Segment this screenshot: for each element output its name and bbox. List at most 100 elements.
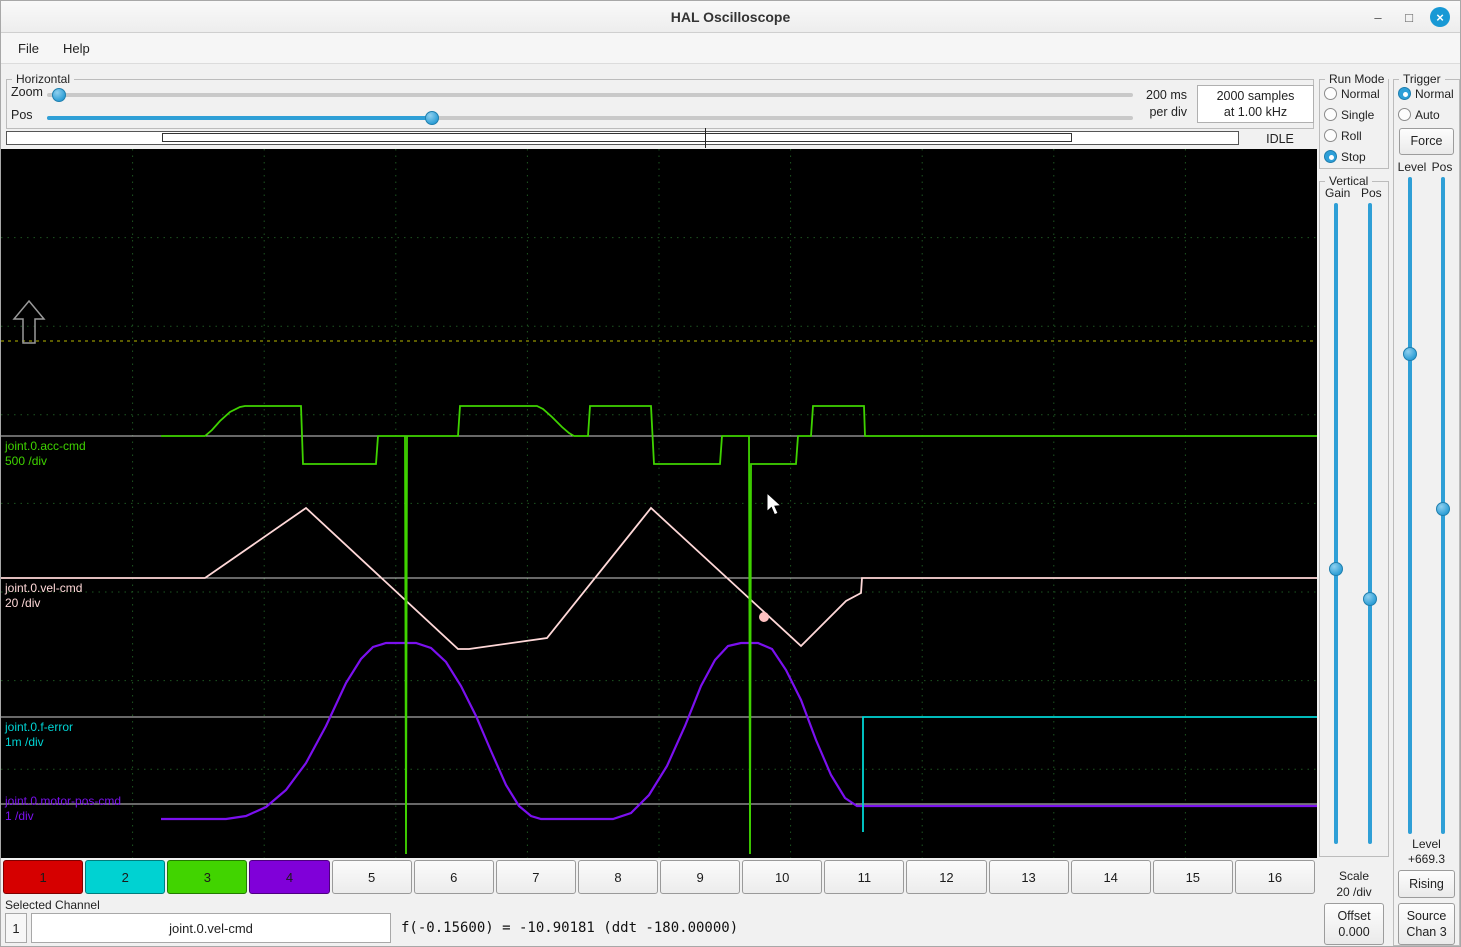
channel-button-12[interactable]: 12 <box>906 860 987 894</box>
menu-help[interactable]: Help <box>52 36 101 61</box>
trigger-level-readout-value: +669.3 <box>1407 852 1446 866</box>
app-window: HAL Oscilloscope – □ × File Help Horizon… <box>0 0 1461 947</box>
radio-icon <box>1324 108 1337 121</box>
radio-icon <box>1324 150 1337 163</box>
mouse-cursor-icon <box>766 491 783 516</box>
gain-slider[interactable] <box>1329 203 1343 844</box>
offset-button[interactable]: Offset 0.000 <box>1324 903 1384 945</box>
runmode-option-single[interactable]: Single <box>1320 104 1388 125</box>
selected-channel-number: 1 <box>5 913 27 943</box>
selected-sample-marker <box>759 612 769 622</box>
status-badge: IDLE <box>1266 132 1294 146</box>
scale-label: Scale <box>1338 869 1370 883</box>
pos-slider-fill <box>47 116 433 120</box>
zoom-slider-track <box>47 93 1133 97</box>
trigger-source-button[interactable]: Source Chan 3 <box>1398 903 1455 945</box>
zoom-slider[interactable] <box>47 88 1133 102</box>
selected-channel-name[interactable]: joint.0.vel-cmd <box>31 913 391 943</box>
sample-rate-unit: per div <box>1149 105 1187 119</box>
trigger-level-slider-track <box>1408 177 1412 834</box>
runmode-option-roll[interactable]: Roll <box>1320 125 1388 146</box>
channel-button-6[interactable]: 6 <box>413 860 494 894</box>
trigger-level-readout-label: Level <box>1412 837 1441 851</box>
channel-button-13[interactable]: 13 <box>988 860 1069 894</box>
vertical-frame: Vertical Gain Pos <box>1319 174 1389 857</box>
pos-label: Pos <box>11 108 33 122</box>
channel-button-3[interactable]: 3 <box>167 860 248 894</box>
pos-slider-handle[interactable] <box>425 111 440 125</box>
trigger-option-auto[interactable]: Auto <box>1394 104 1459 125</box>
runmode-option-stop[interactable]: Stop <box>1320 146 1388 167</box>
scope-channel-label-4: joint.0.motor-pos-cmd 1 /div <box>5 794 122 823</box>
channel-button-9[interactable]: 9 <box>660 860 741 894</box>
zoom-slider-handle[interactable] <box>52 88 67 102</box>
scope-plot <box>1 149 1317 858</box>
radio-icon <box>1324 87 1337 100</box>
menubar: File Help <box>1 33 1460 64</box>
radio-label: Roll <box>1341 128 1362 143</box>
selected-channel-caption: Selected Channel <box>5 898 100 912</box>
channel-button-4[interactable]: 4 <box>249 860 330 894</box>
close-icon[interactable]: × <box>1430 7 1450 27</box>
radio-icon <box>1398 87 1411 100</box>
trigger-pos-slider-handle[interactable] <box>1436 501 1450 516</box>
minimize-icon[interactable]: – <box>1368 7 1388 27</box>
scope-channel-label-2: joint.0.vel-cmd 20 /div <box>5 581 83 610</box>
channel-button-10[interactable]: 10 <box>742 860 823 894</box>
samples-count: 2000 samples <box>1216 88 1295 103</box>
force-button[interactable]: Force <box>1399 128 1454 155</box>
offset-value: 0.000 <box>1338 925 1370 939</box>
trigger-level-slider-label: Level <box>1397 160 1427 174</box>
trigger-level-slider[interactable] <box>1403 177 1417 834</box>
radio-icon <box>1398 108 1411 121</box>
sample-rate-value: 200 ms <box>1146 88 1187 102</box>
scale-readout: Scale 20 /div <box>1319 869 1389 900</box>
capture-position-bar[interactable] <box>6 128 1239 148</box>
vertical-pos-slider-label: Pos <box>1361 186 1382 200</box>
window-title: HAL Oscilloscope <box>670 9 791 25</box>
channel-button-11[interactable]: 11 <box>824 860 905 894</box>
channel-button-16[interactable]: 16 <box>1234 860 1315 894</box>
radio-label: Single <box>1341 107 1375 122</box>
channel-button-2[interactable]: 2 <box>85 860 166 894</box>
channel-button-5[interactable]: 5 <box>331 860 412 894</box>
trigger-source-line2: Chan 3 <box>1406 925 1447 939</box>
vertical-pos-slider[interactable] <box>1363 203 1377 844</box>
horizontal-frame: Horizontal Zoom Pos <box>6 72 1314 129</box>
trigger-pos-slider[interactable] <box>1436 177 1450 834</box>
offset-label: Offset <box>1337 908 1371 923</box>
channel-button-14[interactable]: 14 <box>1070 860 1151 894</box>
runmode-option-normal[interactable]: Normal <box>1320 83 1388 104</box>
horizontal-frame-label: Horizontal <box>12 72 75 86</box>
vertical-pos-slider-handle[interactable] <box>1363 591 1377 606</box>
trigger-position-arrow-icon <box>12 299 46 344</box>
channel-button-1[interactable]: 1 <box>3 860 84 894</box>
gain-slider-handle[interactable] <box>1329 562 1343 577</box>
pos-slider[interactable] <box>47 111 1133 125</box>
run-mode-frame: Run Mode Normal Single Roll Stop <box>1319 72 1389 169</box>
trigger-option-normal[interactable]: Normal <box>1394 83 1459 104</box>
trigger-mode-radios: Normal Auto <box>1394 83 1459 125</box>
menu-file[interactable]: File <box>7 36 50 61</box>
channel-button-8[interactable]: 8 <box>577 860 658 894</box>
channel-button-7[interactable]: 7 <box>495 860 576 894</box>
vertical-pos-slider-track <box>1368 203 1372 844</box>
gain-slider-label: Gain <box>1325 186 1351 200</box>
trace-joint.0.acc-cmd <box>161 405 1317 855</box>
scope-display[interactable]: joint.0.acc-cmd 500 /div joint.0.vel-cmd 20… <box>1 149 1317 858</box>
sample-readout: f(-0.15600) = -10.90181 (ddt -180.00000) <box>401 920 739 936</box>
radio-label: Normal <box>1341 86 1380 101</box>
titlebar: HAL Oscilloscope – □ × <box>1 1 1460 33</box>
trace-joint.0.f-error <box>862 716 1317 832</box>
radio-label: Auto <box>1415 107 1440 122</box>
trigger-pos-slider-label: Pos <box>1431 160 1453 174</box>
scope-channel-label-3: joint.0.f-error 1m /div <box>5 720 74 749</box>
maximize-icon[interactable]: □ <box>1399 7 1419 27</box>
zoom-label: Zoom <box>11 85 43 99</box>
trigger-frame: Trigger Normal Auto Force Level Pos Level… <box>1393 72 1460 946</box>
trigger-edge-button[interactable]: Rising <box>1398 870 1455 898</box>
channel-button-row: 1 2 3 4 5 6 7 8 9 10 11 12 13 14 15 16 <box>1 858 1317 896</box>
channel-button-15[interactable]: 15 <box>1152 860 1233 894</box>
trigger-level-slider-handle[interactable] <box>1403 346 1417 361</box>
scope-channel-label-1: joint.0.acc-cmd 500 /div <box>5 439 86 468</box>
